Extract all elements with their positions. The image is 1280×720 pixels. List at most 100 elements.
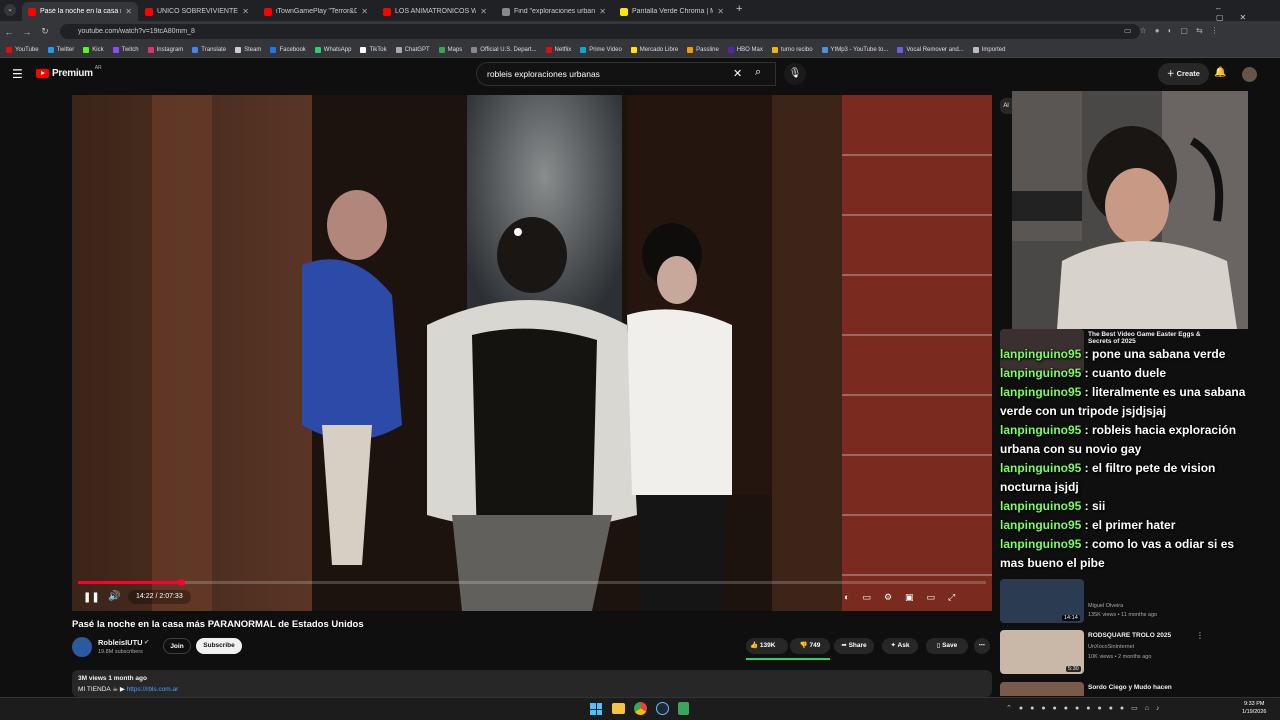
- bookmark-favicon-icon: [83, 46, 90, 53]
- bookmark-item[interactable]: WhatsApp: [314, 46, 351, 53]
- browser-tab[interactable]: LOS ANIMATRÓNICOS WITHER✕: [377, 2, 493, 21]
- new-tab-button[interactable]: +: [736, 3, 742, 15]
- browser-tab[interactable]: Pasé la noche en la casa m ✕: [22, 2, 138, 21]
- avatar[interactable]: [1242, 67, 1257, 82]
- bookmark-item[interactable]: Kick: [83, 46, 104, 53]
- bookmark-item[interactable]: Vocal Remover and...: [897, 46, 964, 53]
- join-button[interactable]: Join: [163, 638, 191, 654]
- menu-icon[interactable]: ☰: [12, 67, 23, 81]
- tab-close-icon[interactable]: ✕: [713, 7, 724, 16]
- browser-extension-icons[interactable]: ▭☆●◐▢⇆⋮: [1124, 26, 1227, 35]
- address-bar[interactable]: youtube.com/watch?v=19tcA80mm_8: [60, 24, 1140, 39]
- chat-username: lanpinguino95: [1000, 537, 1082, 551]
- bookmark-item[interactable]: YouTube: [6, 46, 39, 53]
- player-right-controls[interactable]: ◐▭⚙▣▭⤢: [844, 592, 968, 603]
- browser-tab[interactable]: iTownGamePlay "Terror&Divers✕: [258, 2, 374, 21]
- chat-username: lanpinguino95: [1000, 423, 1082, 437]
- bookmark-item[interactable]: Passline: [687, 46, 719, 53]
- tab-close-icon[interactable]: ✕: [476, 7, 487, 16]
- browser-tab[interactable]: Find "exploraciones urbanas" o✕: [496, 2, 612, 21]
- windows-start-icon[interactable]: [590, 703, 602, 715]
- bookmark-label: Twitter: [56, 46, 75, 53]
- bookmark-item[interactable]: TikTok: [360, 46, 387, 53]
- browser-tab[interactable]: Pantalla Verde Chroma | Merca✕: [614, 2, 730, 21]
- bookmark-item[interactable]: Twitter: [47, 46, 75, 53]
- channel-name[interactable]: RobleisIUTU: [98, 638, 143, 647]
- volume-icon[interactable]: 🔊: [108, 591, 120, 602]
- description-box[interactable]: [72, 670, 992, 697]
- chrome-icon[interactable]: [634, 702, 647, 715]
- bookmark-item[interactable]: HBO Max: [727, 46, 763, 53]
- file-explorer-icon[interactable]: [612, 703, 625, 714]
- time-display: 14:22 / 2:07:33: [128, 590, 191, 604]
- tab-title: Pantalla Verde Chroma | Merca: [632, 8, 714, 15]
- voice-search-icon[interactable]: 🎙: [784, 63, 806, 85]
- video-player[interactable]: ❚❚ 🔊 14:22 / 2:07:33 ◐▭⚙▣▭⤢: [72, 95, 992, 611]
- channel-avatar[interactable]: [72, 637, 92, 657]
- clear-search-icon[interactable]: ✕: [733, 67, 742, 80]
- reload-icon[interactable]: ↻: [36, 26, 54, 37]
- app-icon[interactable]: [678, 702, 689, 715]
- bookmark-item[interactable]: turno recibo: [771, 46, 813, 53]
- recommended-video[interactable]: RODSQUARE TROLO 2025 UnXocoSinInternet 1…: [1000, 630, 1240, 674]
- tab-favicon-icon: [502, 7, 510, 16]
- back-icon[interactable]: ←: [0, 27, 18, 37]
- like-icon: 👍: [750, 642, 759, 649]
- window-controls[interactable]: –▢✕: [1216, 4, 1280, 22]
- bookmark-item[interactable]: Imported: [972, 46, 1005, 53]
- dislike-button[interactable]: 👎 749: [790, 638, 830, 654]
- bookmark-label: Translate: [201, 46, 227, 53]
- bookmark-label: ChatGPT: [404, 46, 430, 53]
- tab-close-icon[interactable]: ✕: [238, 7, 249, 16]
- progress-bar[interactable]: [78, 579, 986, 586]
- tab-title: UNICO SOBREVIVIENTE | ATRAP: [157, 8, 238, 15]
- bookmark-item[interactable]: Translate: [192, 46, 227, 53]
- tab-close-icon[interactable]: ✕: [595, 7, 606, 16]
- autoplay-chip[interactable]: Al: [1000, 98, 1012, 114]
- browser-tab-bar: ⌄ Pasé la noche en la casa m ✕ UNICO SOBRE…: [0, 0, 1280, 22]
- search-icon[interactable]: ⌕: [755, 66, 761, 79]
- pause-icon[interactable]: ❚❚: [83, 592, 100, 603]
- bookmark-item[interactable]: Official U.S. Depart...: [471, 46, 537, 53]
- notifications-bell-icon[interactable]: 🔔: [1214, 67, 1226, 78]
- youtube-logo[interactable]: Premium AR: [36, 65, 102, 79]
- bookmark-item[interactable]: ChatGPT: [395, 46, 430, 53]
- more-options-icon[interactable]: ⋮: [1196, 631, 1204, 640]
- chat-username: lanpinguino95: [1000, 385, 1082, 399]
- bookmark-item[interactable]: Instagram: [147, 46, 183, 53]
- browser-tab[interactable]: UNICO SOBREVIVIENTE | ATRAP✕: [139, 2, 255, 21]
- chat-message: lanpinguino95 : robleis hacia exploració…: [1000, 421, 1250, 459]
- create-button[interactable]: ＋ Create: [1158, 63, 1209, 85]
- bookmark-item[interactable]: Twitch: [112, 46, 139, 53]
- tab-close-icon[interactable]: ✕: [357, 7, 368, 16]
- tab-close-icon[interactable]: ✕: [121, 7, 132, 16]
- description-link[interactable]: https://rbls.com.ar: [127, 686, 179, 693]
- clock-date: 1/19/2026: [1242, 709, 1267, 715]
- share-button[interactable]: ➦ Share: [834, 638, 874, 654]
- bookmark-favicon-icon: [395, 46, 402, 53]
- bookmark-item[interactable]: Netflix: [545, 46, 571, 53]
- ask-button[interactable]: ✦ Ask: [882, 638, 918, 654]
- system-tray-icons[interactable]: ⌃●●●●●●●●●●▭⌂♪: [1006, 704, 1167, 712]
- subscribe-button[interactable]: Subscribe: [196, 638, 242, 654]
- bookmark-item[interactable]: Maps: [438, 46, 462, 53]
- bookmark-item[interactable]: Mercado Libre: [630, 46, 678, 53]
- bookmark-item[interactable]: YtMp3 - YouTube to...: [821, 46, 888, 53]
- steam-icon[interactable]: [656, 702, 669, 715]
- search-input[interactable]: robleis exploraciones urbanas: [476, 62, 776, 86]
- bookmark-item[interactable]: Facebook: [270, 46, 306, 53]
- clock-time: 9:33 PM: [1244, 701, 1265, 707]
- like-button[interactable]: 👍 139K: [746, 638, 788, 654]
- bookmark-item[interactable]: Prime Video: [580, 46, 622, 53]
- bookmark-item[interactable]: Steam: [235, 46, 261, 53]
- bookmark-favicon-icon: [47, 46, 54, 53]
- progress-fill: [78, 581, 181, 584]
- more-actions-button[interactable]: ⋯: [974, 638, 990, 654]
- tab-search-icon[interactable]: ⌄: [4, 4, 16, 16]
- forward-icon[interactable]: →: [18, 27, 36, 37]
- video-title: Pasé la noche en la casa más PARANORMAL …: [72, 619, 364, 630]
- tab-favicon-icon: [264, 7, 272, 16]
- recommended-video[interactable]: Sordo Ciego y Mudo hacen: [1000, 682, 1240, 696]
- progress-scrubber[interactable]: [177, 579, 185, 586]
- save-button[interactable]: ▯ Save: [926, 638, 968, 654]
